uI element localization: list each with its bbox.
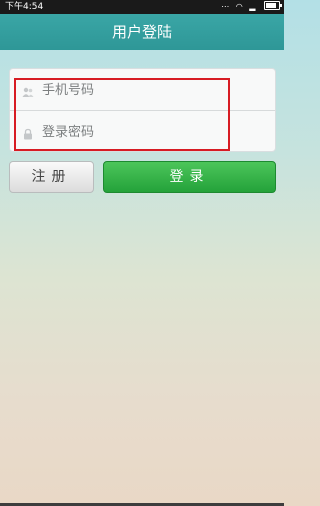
status-bar: 下午4:54 ⋯ ◠ ▂ xyxy=(0,0,284,14)
password-row xyxy=(10,111,275,152)
lock-icon xyxy=(22,125,34,140)
battery-icon xyxy=(264,1,282,10)
signal-bars-icon: ▂ xyxy=(249,2,258,11)
wifi-icon: ◠ xyxy=(235,2,245,11)
password-input[interactable] xyxy=(42,117,262,147)
login-button[interactable]: 登录 xyxy=(103,161,276,193)
status-time: 下午4:54 xyxy=(5,2,44,12)
page-title: 用户登陆 xyxy=(111,23,172,41)
register-button[interactable]: 注册 xyxy=(9,161,94,193)
phone-row xyxy=(10,69,275,111)
user-icon xyxy=(22,83,34,97)
signal-icon: ⋯ xyxy=(221,2,232,11)
phone-input[interactable] xyxy=(42,75,262,105)
login-form xyxy=(9,68,276,152)
status-icons: ⋯ ◠ ▂ xyxy=(221,0,282,14)
battery-fill xyxy=(266,3,277,8)
title-bar: 用户登陆 xyxy=(0,14,284,50)
